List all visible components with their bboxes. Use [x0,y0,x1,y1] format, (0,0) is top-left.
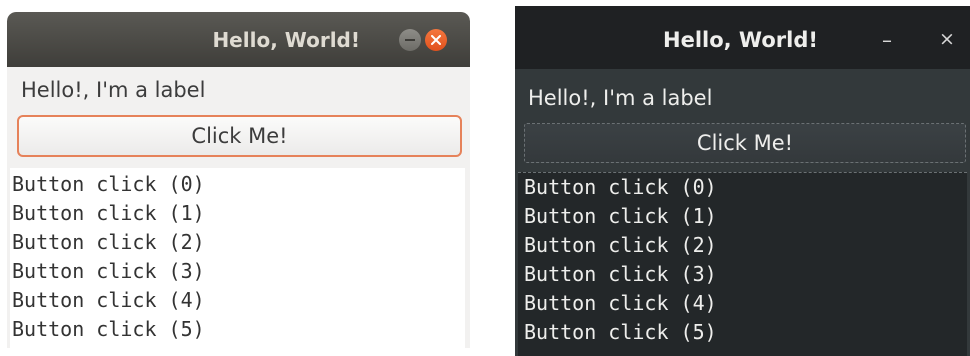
hello-world-window-light: Hello, World! Hello!, I'm a label Click … [7,12,470,348]
close-button[interactable] [425,29,447,51]
minimize-icon [405,39,415,41]
output-line: Button click (5) [12,317,205,341]
title-bar[interactable]: Hello, World! [7,12,470,67]
output-line: Button click (1) [12,201,205,225]
output-line: Button click (2) [12,230,205,254]
minimize-button[interactable] [399,29,421,51]
hello-world-window-dark: Hello, World! – × Hello!, I'm a label Cl… [515,6,970,356]
close-icon [431,35,441,45]
minimize-button[interactable]: – [882,28,892,52]
output-line: Button click (1) [524,204,717,228]
output-line: Button click (0) [12,172,205,196]
output-line: Button click (3) [524,262,717,286]
click-me-button[interactable]: Click Me! [17,115,462,157]
output-line: Button click (4) [524,291,717,315]
output-line: Button click (2) [524,233,717,257]
close-button[interactable]: × [939,28,955,50]
greeting-label: Hello!, I'm a label [21,78,206,102]
output-text-area[interactable]: Button click (0) Button click (1) Button… [10,168,465,348]
output-line: Button click (3) [12,259,205,283]
output-line: Button click (4) [12,288,205,312]
title-bar[interactable]: Hello, World! – × [515,6,970,69]
window-title: Hello, World! [663,28,818,52]
output-line: Button click (5) [524,320,717,344]
click-me-button[interactable]: Click Me! [524,123,966,163]
window-title: Hello, World! [212,28,360,52]
output-text-area[interactable]: Button click (0) Button click (1) Button… [518,172,967,356]
output-line: Button click (0) [524,175,717,199]
greeting-label: Hello!, I'm a label [528,86,713,110]
